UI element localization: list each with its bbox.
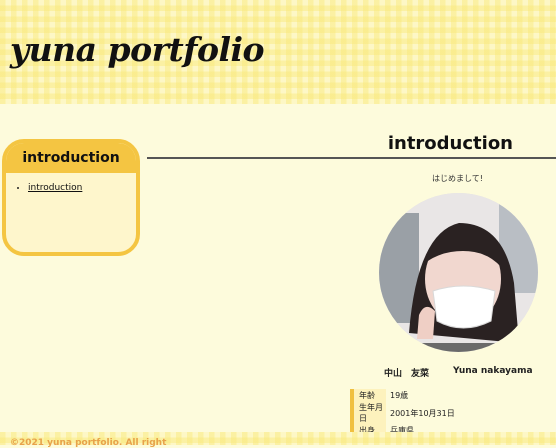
profile-row-age: 年齢 19歳 bbox=[350, 389, 457, 402]
profile-value: 19歳 bbox=[390, 391, 409, 400]
greeting-text: はじめまして! bbox=[432, 174, 483, 183]
sidebar-nav: introduction introduction bbox=[2, 139, 140, 256]
name-english: Yuna nakayama bbox=[453, 366, 533, 376]
sidebar-heading: introduction bbox=[6, 143, 136, 173]
profile-row-birthday: 生年月日 2001年10月31日 bbox=[350, 402, 457, 424]
profile-photo-illustration bbox=[379, 193, 538, 352]
copyright-text: ©2021 yuna portfolio. All right bbox=[10, 438, 167, 448]
profile-label: 生年月日 bbox=[350, 402, 386, 424]
profile-table: 年齢 19歳 生年月日 2001年10月31日 出身 兵庫県 bbox=[350, 389, 459, 437]
sidebar-list: introduction bbox=[6, 183, 136, 193]
profile-photo bbox=[379, 193, 538, 352]
site-logo[interactable]: yuna portfolio bbox=[10, 30, 265, 69]
profile-value: 2001年10月31日 bbox=[390, 408, 455, 418]
name-japanese: 中山 友菜 bbox=[384, 369, 430, 379]
header-banner: yuna portfolio bbox=[0, 0, 556, 104]
sidebar-link-introduction[interactable]: introduction bbox=[28, 183, 82, 193]
title-divider bbox=[147, 157, 556, 159]
profile-label: 年齢 bbox=[350, 389, 386, 402]
page-title: introduction bbox=[387, 133, 513, 154]
sidebar-item-introduction: introduction bbox=[28, 183, 136, 193]
